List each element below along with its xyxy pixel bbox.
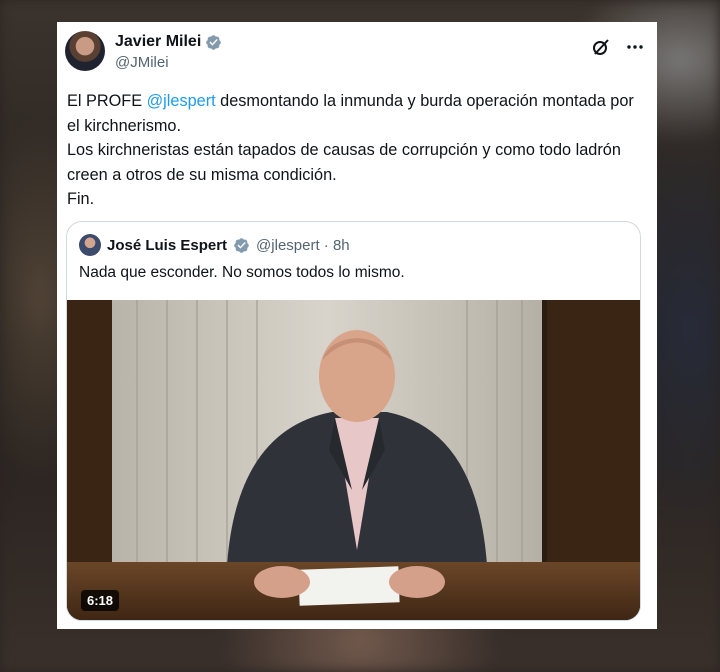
tweet-line-1-start: El PROFE — [67, 92, 147, 110]
video-thumbnail — [67, 300, 640, 620]
tweet-line-1: El PROFE @jlespert desmontando la inmund… — [67, 89, 647, 138]
video-duration: 6:18 — [81, 590, 120, 611]
tweet-line-2: Los kirchneristas están tapados de causa… — [67, 141, 621, 184]
quoted-handle-time[interactable]: @jlespert · 8h — [256, 237, 350, 254]
grok-icon[interactable] — [591, 37, 611, 57]
video-player[interactable]: 6:18 — [67, 300, 640, 620]
tweet-line-3: Fin. — [67, 190, 95, 208]
quoted-avatar[interactable] — [79, 234, 101, 256]
quoted-text: Nada que esconder. No somos todos lo mis… — [79, 264, 405, 281]
quoted-name[interactable]: José Luis Espert — [107, 237, 227, 254]
verified-badge-icon — [234, 237, 249, 253]
header-actions — [591, 37, 645, 57]
more-options-icon[interactable] — [625, 37, 645, 57]
tweet-text: El PROFE @jlespert desmontando la inmund… — [67, 89, 647, 212]
author-avatar[interactable] — [65, 31, 105, 71]
author-name-row[interactable]: Javier Milei — [115, 33, 222, 51]
author-handle[interactable]: @JMilei — [115, 54, 169, 71]
author-name[interactable]: Javier Milei — [115, 33, 201, 51]
mention-link[interactable]: @jlespert — [147, 92, 216, 110]
quoted-header: José Luis Espert @jlespert · 8h — [79, 234, 350, 256]
tweet-card[interactable]: Javier Milei @JMilei El PROFE @jlespert … — [57, 22, 657, 629]
quoted-tweet[interactable]: José Luis Espert @jlespert · 8h Nada que… — [66, 221, 641, 621]
tweet-header: Javier Milei @JMilei — [65, 31, 645, 75]
verified-badge-icon — [206, 34, 222, 50]
